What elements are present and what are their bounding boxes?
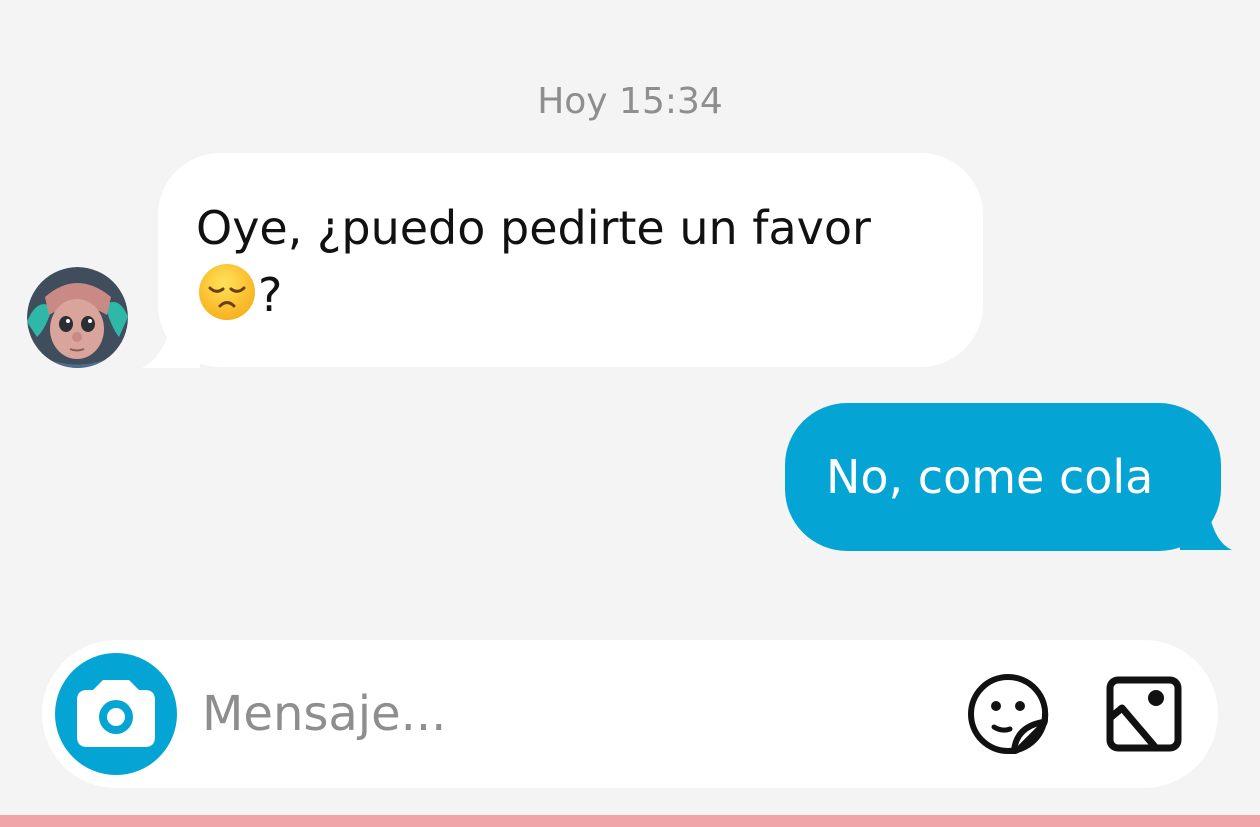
disappointed-face-icon [196,261,258,340]
outgoing-message-bubble[interactable]: No, come cola [785,403,1221,551]
avatar[interactable] [27,267,128,368]
image-icon [1106,676,1182,752]
outgoing-message-text: No, come cola [826,450,1154,504]
gallery-button[interactable] [1104,674,1184,754]
sticker-icon [968,673,1049,754]
message-input[interactable] [202,678,922,750]
message-timestamp: Hoy 15:34 [537,81,723,122]
message-composer [42,640,1218,788]
incoming-message-bubble[interactable]: Oye, ¿puedo pedirte un favor ? [158,153,983,367]
camera-button[interactable] [55,653,177,775]
bottom-bar [0,815,1260,827]
incoming-message-punctuation: ? [258,268,283,322]
incoming-message-text: Oye, ¿puedo pedirte un favor [196,201,871,255]
sticker-button[interactable] [966,672,1050,756]
camera-icon [77,680,155,747]
